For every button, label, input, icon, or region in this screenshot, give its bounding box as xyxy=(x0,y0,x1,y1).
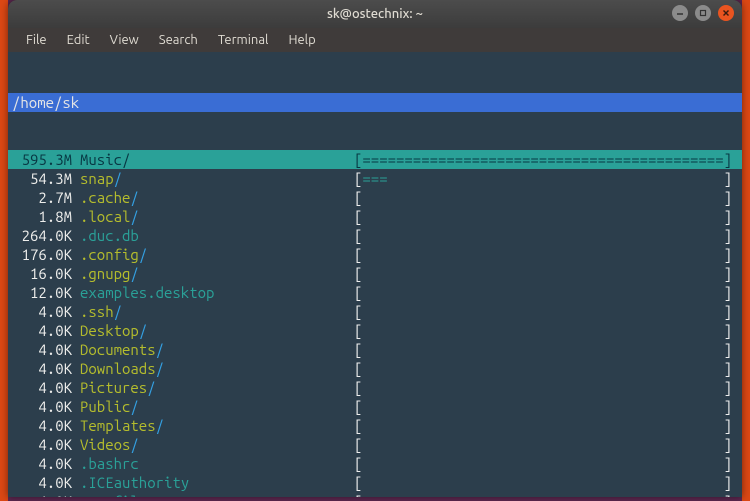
size-value: 4.0K xyxy=(12,321,72,340)
close-icon xyxy=(722,9,730,17)
size-value: 4.0K xyxy=(12,473,72,492)
entry-name: snap/ xyxy=(80,169,122,188)
list-item[interactable]: 4.0K .bashrc [ ] xyxy=(12,454,738,473)
list-item[interactable]: 4.0K Downloads/ [ ] xyxy=(12,359,738,378)
usage-bar: [ ] xyxy=(354,188,732,207)
size-value: 1.8M xyxy=(12,207,72,226)
list-item[interactable]: 595.3M Music/ [===========================… xyxy=(8,150,742,169)
maximize-button[interactable] xyxy=(695,5,711,21)
list-item[interactable]: 4.0K Templates/ [ ] xyxy=(12,416,738,435)
entry-name: .gnupg/ xyxy=(80,264,139,283)
entry-name: Templates/ xyxy=(80,416,164,435)
size-value: 4.0K xyxy=(12,454,72,473)
entry-name: .cache/ xyxy=(80,188,139,207)
entry-name: .bashrc xyxy=(80,454,139,473)
list-item[interactable]: 4.0K .profile [ ] xyxy=(12,492,738,497)
list-item[interactable]: 2.7M .cache/ [ ] xyxy=(12,188,738,207)
usage-bar: [ ] xyxy=(354,378,732,397)
minimize-icon xyxy=(676,9,684,17)
usage-bar: [ ] xyxy=(354,416,732,435)
entry-name: Pictures/ xyxy=(80,378,156,397)
usage-bar: [ ] xyxy=(354,226,732,245)
list-item[interactable]: 4.0K Videos/ [ ] xyxy=(12,435,738,454)
size-value: 176.0K xyxy=(12,245,72,264)
usage-bar: [ ] xyxy=(354,302,732,321)
usage-bar: [ ] xyxy=(354,454,732,473)
size-value: 595.3M xyxy=(12,150,72,169)
minimize-button[interactable] xyxy=(672,5,688,21)
menubar: File Edit View Search Terminal Help xyxy=(8,28,742,52)
current-path: /home/sk xyxy=(12,94,79,111)
usage-bar: [=======================================… xyxy=(354,150,732,169)
menu-help[interactable]: Help xyxy=(278,30,325,50)
entry-name: Public/ xyxy=(80,397,139,416)
usage-bar: [ ] xyxy=(354,207,732,226)
size-value: 54.3M xyxy=(12,169,72,188)
menu-edit[interactable]: Edit xyxy=(57,30,100,50)
entry-name: .config/ xyxy=(80,245,147,264)
size-value: 12.0K xyxy=(12,283,72,302)
usage-bar: [ ] xyxy=(354,473,732,492)
list-item[interactable]: 4.0K Documents/ [ ] xyxy=(12,340,738,359)
size-value: 4.0K xyxy=(12,435,72,454)
entry-name: .profile xyxy=(80,492,147,497)
usage-bar: [ ] xyxy=(354,283,732,302)
size-value: 4.0K xyxy=(12,302,72,321)
size-value: 4.0K xyxy=(12,340,72,359)
size-value: 4.0K xyxy=(12,492,72,497)
size-value: 4.0K xyxy=(12,378,72,397)
list-item[interactable]: 1.8M .local/ [ ] xyxy=(12,207,738,226)
entry-name: Documents/ xyxy=(80,340,164,359)
entry-name: Downloads/ xyxy=(80,359,164,378)
usage-bar: [ ] xyxy=(354,340,732,359)
list-item[interactable]: 4.0K Public/ [ ] xyxy=(12,397,738,416)
usage-bar: [ ] xyxy=(354,435,732,454)
size-value: 4.0K xyxy=(12,397,72,416)
entry-name: .duc.db xyxy=(80,226,139,245)
entry-name: examples.desktop xyxy=(80,283,214,302)
entry-name: .local/ xyxy=(80,207,139,226)
terminal-content[interactable]: /home/sk 595.3M Music/ [==================… xyxy=(8,52,742,497)
window-controls xyxy=(672,5,734,21)
terminal-window: sk@ostechnix: ~ File Edit View Search Te… xyxy=(8,0,742,497)
list-item[interactable]: 12.0K examples.desktop [ ] xyxy=(12,283,738,302)
size-value: 2.7M xyxy=(12,188,72,207)
size-value: 4.0K xyxy=(12,416,72,435)
desktop-left-stripe xyxy=(0,0,8,501)
entry-name: .ssh/ xyxy=(80,302,122,321)
usage-bar: [ ] xyxy=(354,492,732,497)
usage-bar: [ ] xyxy=(354,359,732,378)
usage-bar: [ ] xyxy=(354,264,732,283)
entry-name: Desktop/ xyxy=(80,321,147,340)
usage-bar: [ ] xyxy=(354,321,732,340)
size-value: 264.0K xyxy=(12,226,72,245)
menu-terminal[interactable]: Terminal xyxy=(208,30,279,50)
titlebar[interactable]: sk@ostechnix: ~ xyxy=(8,0,742,28)
list-item[interactable]: 4.0K .ssh/ [ ] xyxy=(12,302,738,321)
entry-name: .ICEauthority xyxy=(80,473,189,492)
maximize-icon xyxy=(699,9,707,17)
list-item[interactable]: 4.0K Pictures/ [ ] xyxy=(12,378,738,397)
usage-bar: [ ] xyxy=(354,245,732,264)
list-item[interactable]: 264.0K .duc.db [ ] xyxy=(12,226,738,245)
close-button[interactable] xyxy=(718,5,734,21)
entry-name: Music/ xyxy=(80,150,130,169)
window-title: sk@ostechnix: ~ xyxy=(327,7,423,21)
list-item[interactable]: 4.0K .ICEauthority [ ] xyxy=(12,473,738,492)
list-item[interactable]: 54.3M snap/ [=== ] xyxy=(12,169,738,188)
desktop-right-stripe xyxy=(742,0,750,501)
menu-view[interactable]: View xyxy=(100,30,149,50)
list-item[interactable]: 16.0K .gnupg/ [ ] xyxy=(12,264,738,283)
entry-name: Videos/ xyxy=(80,435,139,454)
size-value: 4.0K xyxy=(12,359,72,378)
size-value: 16.0K xyxy=(12,264,72,283)
usage-bar: [ ] xyxy=(354,397,732,416)
usage-bar: [=== ] xyxy=(354,169,732,188)
list-item[interactable]: 4.0K Desktop/ [ ] xyxy=(12,321,738,340)
menu-search[interactable]: Search xyxy=(149,30,208,50)
menu-file[interactable]: File xyxy=(16,30,57,50)
list-item[interactable]: 176.0K .config/ [ ] xyxy=(12,245,738,264)
